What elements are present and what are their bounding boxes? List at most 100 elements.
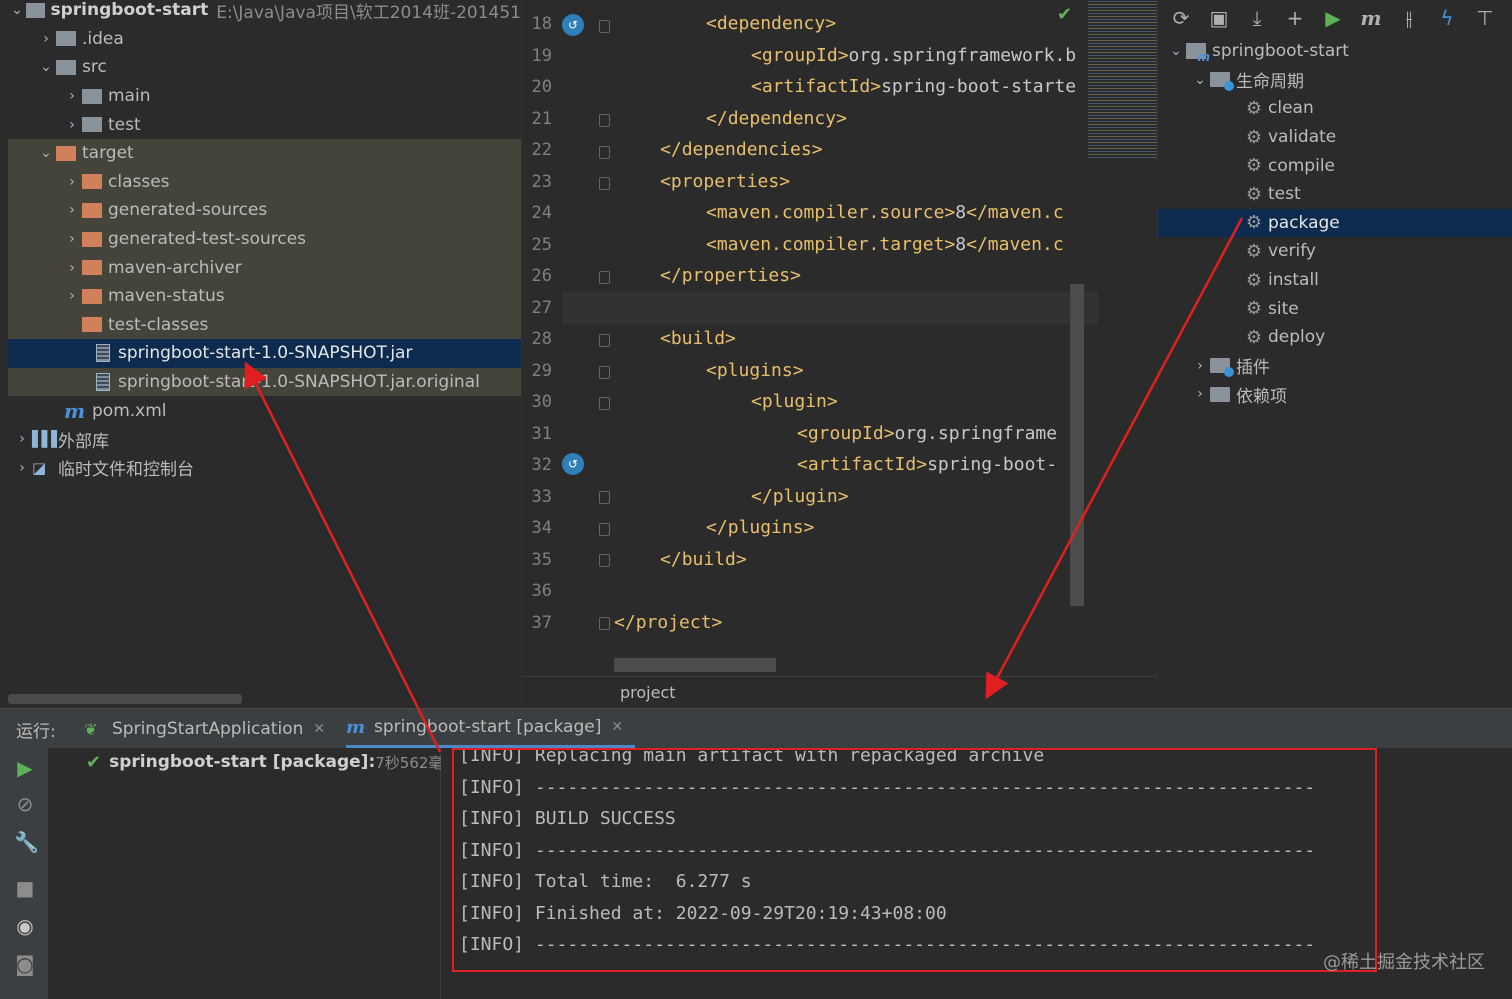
editor-vertical-scrollbar[interactable] [1070, 284, 1084, 606]
code-line-34[interactable]: </plugins> [706, 517, 814, 538]
close-icon[interactable]: ✕ [611, 719, 623, 735]
chevron-down-icon[interactable]: ⌄ [36, 59, 56, 75]
eye-icon[interactable]: ◉ [14, 914, 36, 938]
code-line-19[interactable]: <groupId>org.springframework.b [751, 45, 1076, 66]
camera-icon[interactable]: ◙ [14, 952, 36, 976]
fold-marker-icon[interactable] [599, 177, 610, 190]
maven-phase-install[interactable]: ⚙ install [1158, 266, 1512, 295]
tree-root-springboot-start[interactable]: ⌄ springboot-start E:\Java\Java项目\软工2014… [8, 0, 521, 25]
tree-item-classes[interactable]: › classes [8, 167, 521, 197]
chevron-right-icon[interactable]: › [62, 231, 82, 247]
collapse-icon[interactable]: ⊤ [1472, 6, 1498, 30]
wrench-icon[interactable]: 🔧 [14, 830, 39, 854]
tree-item-pom[interactable]: m pom.xml [8, 396, 521, 425]
chevron-down-icon[interactable]: ⌄ [1166, 43, 1186, 59]
fold-marker-icon[interactable] [599, 114, 610, 127]
spring-bean-gutter-icon[interactable]: ↺ [562, 453, 584, 475]
tree-item-maven-archiver[interactable]: › maven-archiver [8, 253, 521, 282]
fold-marker-icon[interactable] [599, 523, 610, 536]
inspection-ok-icon[interactable]: ✔ [1057, 4, 1072, 25]
maven-phase-package[interactable]: ⚙ package [1158, 208, 1512, 238]
tree-item-test[interactable]: › test [8, 110, 521, 139]
fold-marker-icon[interactable] [599, 397, 610, 410]
maven-lifecycle[interactable]: ⌄ 生命周期 [1158, 66, 1512, 95]
code-line-23[interactable]: <properties> [660, 171, 790, 192]
maven-phase-test[interactable]: ⚙ test [1158, 180, 1512, 209]
maven-phase-deploy[interactable]: ⚙ deploy [1158, 323, 1512, 352]
tree-item-jar-original[interactable]: springboot-start-1.0-SNAPSHOT.jar.origin… [8, 367, 521, 397]
code-line-29[interactable]: <plugins> [706, 360, 804, 381]
horizontal-scrollbar[interactable] [8, 694, 242, 704]
code-line-20[interactable]: <artifactId>spring-boot-starte [751, 76, 1076, 97]
toggle-tree-icon[interactable]: ⊘ [14, 792, 36, 816]
maven-project-springboot-start[interactable]: ⌄ springboot-start [1158, 37, 1512, 66]
chevron-down-icon[interactable]: ⌄ [36, 145, 56, 161]
chevron-right-icon[interactable]: › [62, 117, 82, 133]
tree-item-main[interactable]: › main [8, 82, 521, 111]
maven-icon[interactable]: m [1358, 6, 1384, 30]
code-line-24[interactable]: <maven.compiler.source>8</maven.c [706, 202, 1064, 223]
tab-spring-start-application[interactable]: ❦ SpringStartApplication ✕ [84, 709, 325, 749]
tree-item-scratches[interactable]: › ◪ 临时文件和控制台 [8, 454, 521, 483]
chevron-right-icon[interactable]: › [36, 31, 56, 47]
chevron-right-icon[interactable]: › [1190, 358, 1210, 374]
code-minimap[interactable] [1088, 0, 1157, 160]
breadcrumb[interactable]: project [620, 683, 676, 702]
tree-item-test-classes[interactable]: test-classes [8, 310, 521, 340]
chevron-right-icon[interactable]: › [62, 288, 82, 304]
fold-marker-icon[interactable] [599, 146, 610, 159]
tree-item-target[interactable]: ⌄ target [8, 139, 521, 168]
tab-springboot-start-package[interactable]: m springboot-start [package] ✕ [346, 709, 636, 749]
code-line-35[interactable]: </build> [660, 549, 747, 570]
stop-icon[interactable]: ■ [14, 876, 36, 900]
tree-item-maven-status[interactable]: › maven-status [8, 282, 521, 311]
tree-item-external-libraries[interactable]: › ▌▌▌ 外部库 [8, 425, 521, 454]
fold-marker-icon[interactable] [599, 334, 610, 347]
chevron-right-icon[interactable]: › [62, 88, 82, 104]
fold-marker-icon[interactable] [599, 554, 610, 567]
run-icon[interactable]: ▶ [1320, 6, 1346, 30]
fold-marker-icon[interactable] [599, 271, 610, 284]
chevron-right-icon[interactable]: › [12, 431, 32, 447]
lightning-icon[interactable]: ϟ [1434, 6, 1460, 30]
maven-phase-validate[interactable]: ⚙ validate [1158, 123, 1512, 152]
chevron-right-icon[interactable]: › [62, 260, 82, 276]
code-line-25[interactable]: <maven.compiler.target>8</maven.c [706, 234, 1064, 255]
tree-item-jar[interactable]: springboot-start-1.0-SNAPSHOT.jar [8, 339, 521, 368]
code-line-37[interactable]: </project> [614, 612, 722, 633]
maven-plugins[interactable]: › 插件 [1158, 352, 1512, 381]
toggle-offline-icon[interactable]: ⫲ [1396, 6, 1422, 30]
chevron-right-icon[interactable]: › [12, 460, 32, 476]
editor-horizontal-scrollbar[interactable] [614, 658, 776, 672]
fold-marker-icon[interactable] [599, 491, 610, 504]
code-editor[interactable]: ✔ 18 19 20 21 22 23 24 25 26 27 28 29 30… [521, 0, 1157, 708]
spring-bean-gutter-icon[interactable]: ↺ [562, 14, 584, 36]
close-icon[interactable]: ✕ [313, 721, 325, 737]
tree-item-generated-sources[interactable]: › generated-sources [8, 196, 521, 225]
maven-phase-site[interactable]: ⚙ site [1158, 294, 1512, 323]
maven-dependencies[interactable]: › 依赖项 [1158, 380, 1512, 409]
fold-marker-icon[interactable] [599, 20, 610, 33]
code-line-21[interactable]: </dependency> [706, 108, 847, 129]
code-line-18[interactable]: <dependency> [706, 13, 836, 34]
tree-item-src[interactable]: ⌄ src [8, 53, 521, 82]
chevron-right-icon[interactable]: › [1190, 386, 1210, 402]
run-tree-item[interactable]: ✔ springboot-start [package]: 7秒562毫秒 [86, 748, 458, 776]
code-line-31[interactable]: <groupId>org.springframe [797, 423, 1057, 444]
maven-phase-verify[interactable]: ⚙ verify [1158, 237, 1512, 266]
code-line-32[interactable]: <artifactId>spring-boot- [797, 454, 1057, 475]
chevron-right-icon[interactable]: › [62, 174, 82, 190]
chevron-right-icon[interactable]: › [62, 202, 82, 218]
chevron-down-icon[interactable]: ⌄ [8, 2, 26, 18]
plus-icon[interactable]: + [1282, 6, 1308, 30]
chevron-down-icon[interactable]: ⌄ [1190, 72, 1210, 88]
tree-item-generated-test-sources[interactable]: › generated-test-sources [8, 224, 521, 254]
code-line-28[interactable]: <build> [660, 328, 736, 349]
fold-marker-icon[interactable] [599, 366, 610, 379]
fold-marker-icon[interactable] [599, 617, 610, 630]
code-line-26[interactable]: </properties> [660, 265, 801, 286]
maven-phase-compile[interactable]: ⚙ compile [1158, 151, 1512, 180]
code-line-22[interactable]: </dependencies> [660, 139, 823, 160]
rerun-icon[interactable]: ▶ [14, 756, 36, 780]
code-line-33[interactable]: </plugin> [751, 486, 849, 507]
